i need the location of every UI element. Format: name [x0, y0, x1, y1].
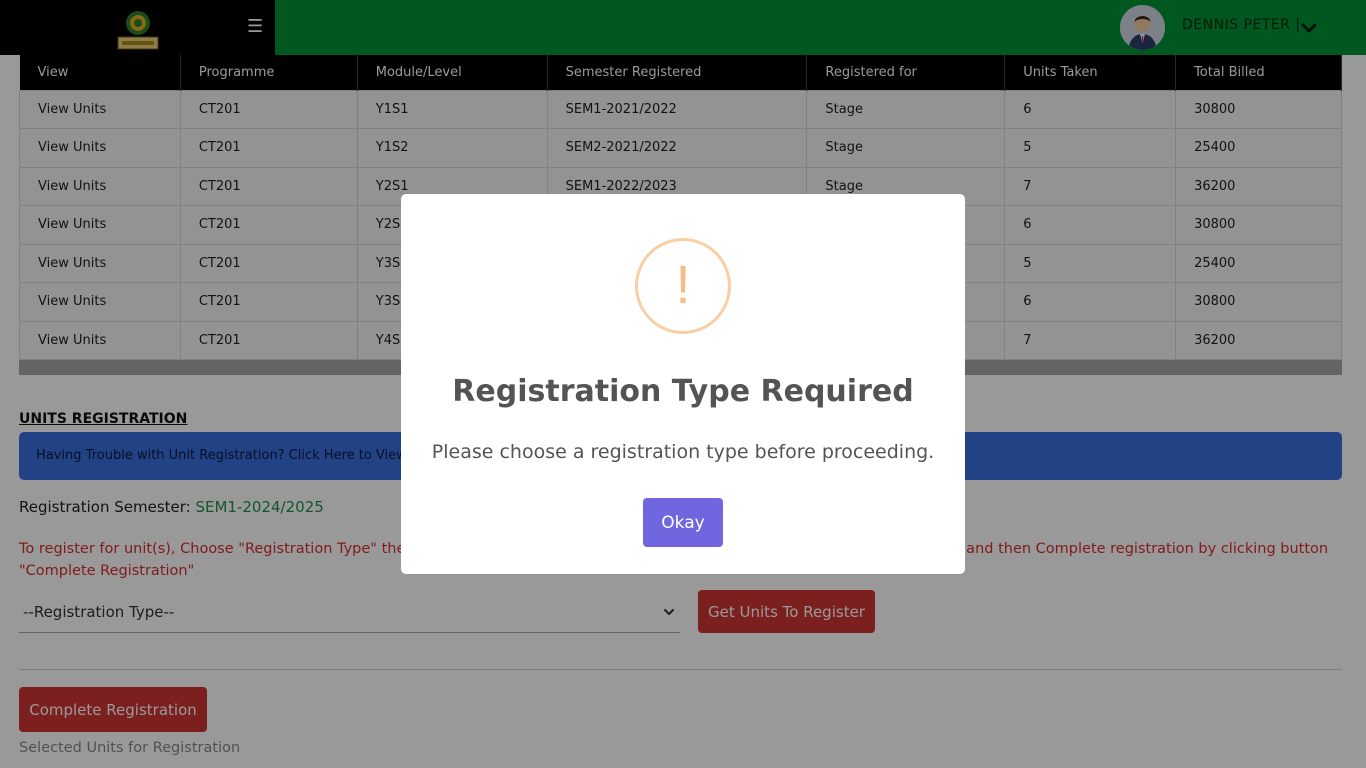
- warning-exclamation: !: [675, 255, 691, 315]
- dialog-message: Please choose a registration type before…: [431, 441, 935, 463]
- warning-icon: !: [635, 238, 731, 334]
- okay-button[interactable]: Okay: [643, 498, 723, 547]
- dialog-title: Registration Type Required: [452, 374, 914, 409]
- alert-dialog: ! Registration Type Required Please choo…: [401, 194, 965, 574]
